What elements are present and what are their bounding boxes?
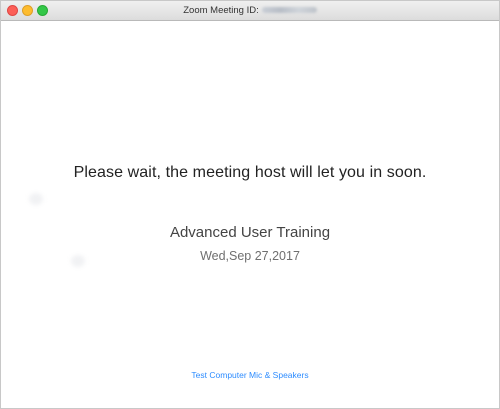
redacted-meeting-id [261,7,317,14]
test-computer-audio-link[interactable]: Test Computer Mic & Speakers [1,370,499,380]
zoom-waiting-room-window: Zoom Meeting ID: Please wait, the meetin… [0,0,500,409]
waiting-room-content: Please wait, the meeting host will let y… [1,21,499,408]
wait-message: Please wait, the meeting host will let y… [73,164,427,181]
title-bar: Zoom Meeting ID: [1,1,499,21]
background-smudge [29,193,43,205]
window-title-label: Zoom Meeting ID: [183,5,259,16]
window-title: Zoom Meeting ID: [1,1,499,20]
meeting-date: Wed,Sep 27,2017 [200,249,300,263]
meeting-topic: Advanced User Training [169,224,331,241]
